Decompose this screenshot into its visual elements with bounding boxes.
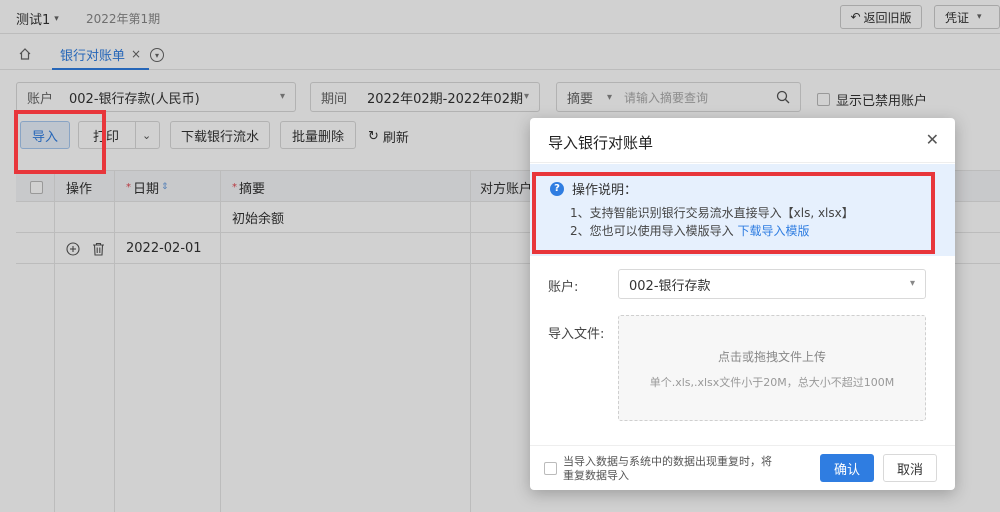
file-label: 导入文件: — [548, 327, 605, 342]
duplicate-import-checkbox[interactable] — [544, 462, 557, 475]
upload-hint: 点击或拖拽文件上传 — [717, 350, 826, 364]
chevron-down-icon: ▾ — [909, 278, 915, 289]
duplicate-import-option[interactable]: 当导入数据与系统中的数据出现重复时，将 重复数据导入 — [544, 455, 784, 483]
highlight-import — [14, 110, 106, 174]
account-label: 账户: — [548, 280, 579, 295]
dialog-account-select[interactable]: 002-银行存款 ▾ — [618, 269, 926, 299]
file-upload-area[interactable]: 点击或拖拽文件上传 单个.xls,.xlsx文件小于20M，总大小不超过100M — [618, 315, 926, 421]
close-icon[interactable]: ✕ — [926, 130, 939, 150]
dialog-title: 导入银行对账单 — [548, 134, 654, 152]
highlight-instructions — [532, 172, 935, 254]
cancel-button[interactable]: 取消 — [883, 454, 937, 482]
upload-limits: 单个.xls,.xlsx文件小于20M，总大小不超过100M — [649, 376, 895, 389]
confirm-button[interactable]: 确认 — [820, 454, 874, 482]
